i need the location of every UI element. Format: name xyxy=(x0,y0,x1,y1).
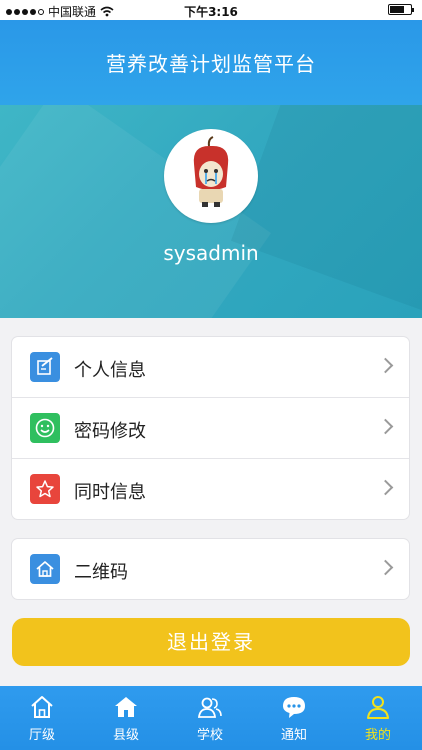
person-icon xyxy=(367,696,389,719)
chevron-right-icon xyxy=(377,559,394,576)
tab-label: 县级 xyxy=(112,728,139,743)
settings-menu: 个人信息 密码修改 同时信息 xyxy=(12,337,409,519)
avatar-image xyxy=(193,136,229,207)
page-title: 营养改善计划监管平台 xyxy=(106,52,316,76)
chevron-right-icon xyxy=(377,418,394,435)
tab-label: 我的 xyxy=(364,728,391,743)
chat-icon xyxy=(283,697,305,718)
logout-button[interactable]: 退出登录 xyxy=(12,618,410,666)
home-icon xyxy=(30,554,60,584)
tab-school[interactable]: 学校 xyxy=(168,686,252,750)
tab-label: 学校 xyxy=(196,728,223,743)
menu-item-label: 同时信息 xyxy=(74,482,146,503)
star-icon xyxy=(30,474,60,504)
menu-item-label: 二维码 xyxy=(74,562,128,583)
status-time: 下午3:16 xyxy=(184,5,238,19)
users-icon xyxy=(197,697,222,718)
tab-bar: 厅级 县级 学校 通知 我的 xyxy=(0,686,422,750)
background-facet xyxy=(231,105,422,316)
chevron-right-icon xyxy=(377,357,394,374)
tab-notice[interactable]: 通知 xyxy=(252,686,336,750)
profile-panel: sysadmin xyxy=(0,105,422,318)
tab-label: 厅级 xyxy=(28,728,55,743)
home-filled-icon xyxy=(115,697,137,717)
menu-item-label: 密码修改 xyxy=(74,421,146,442)
app-header: 营养改善计划监管平台 xyxy=(0,20,422,105)
username: sysadmin xyxy=(163,241,259,265)
battery-icon xyxy=(388,4,414,15)
menu-item-sync-info[interactable]: 同时信息 xyxy=(12,459,409,519)
tab-label: 通知 xyxy=(280,728,307,743)
status-bar: 中国联通 下午3:16 xyxy=(0,0,422,20)
smile-icon xyxy=(30,413,60,443)
home-outline-icon xyxy=(31,696,53,718)
tab-mine[interactable]: 我的 xyxy=(336,686,420,750)
tab-province[interactable]: 厅级 xyxy=(0,686,84,750)
edit-icon xyxy=(30,352,60,382)
chevron-right-icon xyxy=(377,479,394,496)
qr-code-menu: 二维码 xyxy=(12,539,409,599)
avatar[interactable] xyxy=(164,129,258,223)
menu-item-change-password[interactable]: 密码修改 xyxy=(12,398,409,458)
tab-county[interactable]: 县级 xyxy=(84,686,168,750)
menu-item-qr-code[interactable]: 二维码 xyxy=(12,539,409,599)
menu-item-personal-info[interactable]: 个人信息 xyxy=(12,337,409,397)
menu-item-label: 个人信息 xyxy=(74,360,146,381)
